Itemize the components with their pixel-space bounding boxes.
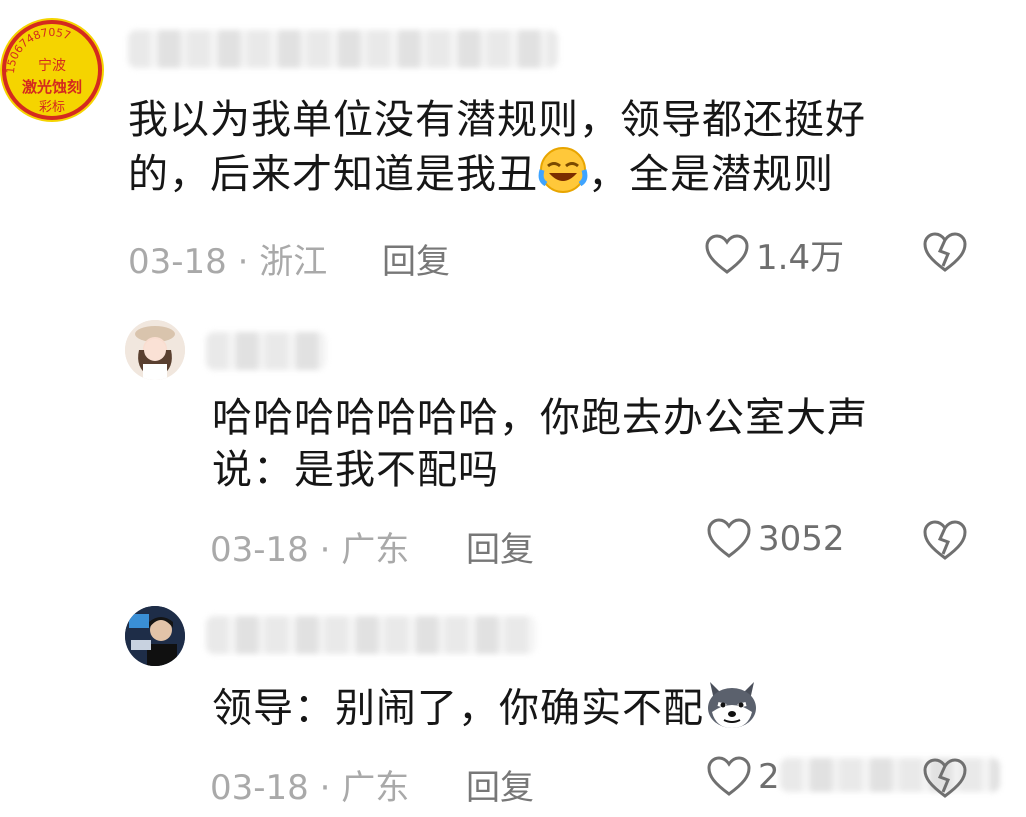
heart-icon xyxy=(705,233,749,274)
username-blurred[interactable] xyxy=(128,30,558,68)
like-count: 1.4万 xyxy=(756,238,845,278)
dislike-button[interactable] xyxy=(922,758,968,804)
username-blurred[interactable] xyxy=(206,616,536,654)
comment-text: 领导：别闹了，你确实不配 xyxy=(212,678,760,743)
like-button[interactable]: 3052 xyxy=(706,518,845,560)
svg-text:彩标: 彩标 xyxy=(39,100,65,115)
broken-heart-icon xyxy=(923,232,967,272)
heart-icon xyxy=(707,518,751,558)
svg-text:激光蚀刻: 激光蚀刻 xyxy=(22,78,82,96)
svg-text:宁波: 宁波 xyxy=(38,57,66,74)
broken-heart-icon xyxy=(923,520,967,560)
dislike-button[interactable] xyxy=(922,520,968,566)
avatar-portrait xyxy=(125,320,185,380)
husky-emoji xyxy=(704,678,760,743)
reply-button[interactable]: 回复 xyxy=(466,760,534,809)
comment-meta: 03-18 · 浙江 xyxy=(128,242,328,282)
username-blurred[interactable] xyxy=(206,332,326,370)
avatar-portrait xyxy=(125,606,185,666)
heart-icon xyxy=(707,756,751,796)
avatar[interactable] xyxy=(125,320,185,380)
like-button[interactable]: 2 xyxy=(706,756,780,798)
like-count: 3052 xyxy=(758,519,845,559)
broken-heart-icon xyxy=(923,758,967,798)
comment-text: 我以为我单位没有潜规则，领导都还挺好 的，后来才知道是我丑 ，全是潜规则 xyxy=(128,94,866,207)
avatar-seal[interactable]: 15067487057 宁波 激光蚀刻 彩标 xyxy=(0,18,104,122)
like-count: 2 xyxy=(758,757,780,797)
comment-text: 哈哈哈哈哈哈哈，你跑去办公室大声 说：是我不配吗 xyxy=(212,395,868,493)
reply-button[interactable]: 回复 xyxy=(382,234,450,283)
comment-meta: 03-18 · 广东 xyxy=(210,530,410,570)
comment-1: 15067487057 宁波 激光蚀刻 彩标 我以为我单位没有潜规则，领导都还挺… xyxy=(0,0,1026,290)
comment-meta: 03-18 · 广东 xyxy=(210,768,410,808)
reply-button[interactable]: 回复 xyxy=(466,522,534,571)
avatar[interactable] xyxy=(125,606,185,666)
comment-3: 领导：别闹了，你确实不配 03-18 · 广东 回复 2 xyxy=(0,590,1026,817)
comment-2: 哈哈哈哈哈哈哈，你跑去办公室大声 说：是我不配吗 03-18 · 广东 回复 3… xyxy=(0,300,1026,570)
dislike-button[interactable] xyxy=(922,232,968,278)
like-button[interactable]: 1.4万 xyxy=(704,230,844,279)
seal-logo: 15067487057 宁波 激光蚀刻 彩标 xyxy=(2,20,102,120)
laughing-crying-emoji xyxy=(538,146,588,207)
